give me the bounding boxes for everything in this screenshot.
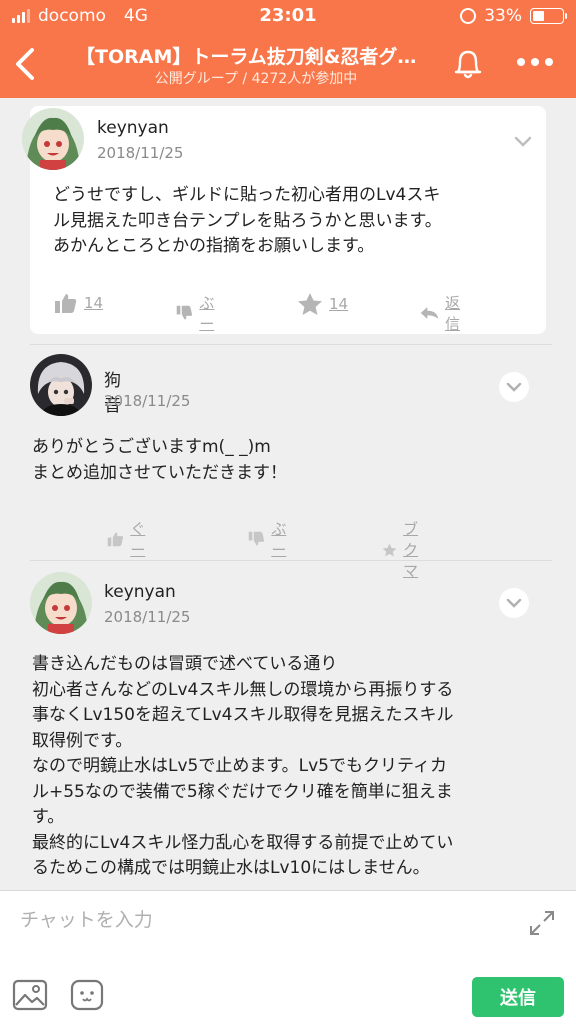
- like-button[interactable]: ぐー: [107, 518, 152, 560]
- like-button[interactable]: 14: [54, 292, 103, 314]
- bell-icon: [454, 50, 482, 79]
- star-icon: [298, 293, 322, 315]
- reply-button[interactable]: 返信: [420, 292, 467, 334]
- thumbs-down-icon: [176, 305, 193, 320]
- post-menu-button[interactable]: [499, 588, 529, 618]
- image-icon: [12, 979, 48, 1011]
- chat-input-bar: チャットを入力 送信: [0, 890, 576, 1024]
- avatar[interactable]: [30, 354, 92, 416]
- thumbs-up-icon: [107, 532, 124, 547]
- back-chevron-icon: [16, 48, 34, 80]
- post-text: どうせですし、ギルドに貼った初心者用のLv4スキ ル見据えた叩き台テンプレを貼ろ…: [53, 185, 442, 256]
- stamp-button[interactable]: [70, 979, 104, 1011]
- thumbs-up-icon: [55, 294, 77, 313]
- post-text: ありがとうございますm(_ _)m まとめ追加させていただきます！: [32, 437, 287, 483]
- dislike-button[interactable]: ぶー: [248, 518, 293, 560]
- bookmark-button[interactable]: 14: [297, 292, 348, 316]
- divider: [30, 344, 552, 345]
- chevron-down-icon: [514, 136, 532, 147]
- dislike-button[interactable]: ぶー: [176, 292, 221, 334]
- post-date: 2018/11/25: [104, 392, 191, 410]
- more-dots-icon: [517, 58, 525, 66]
- keynyan-avatar-image: [22, 108, 84, 170]
- post-menu-button[interactable]: [499, 372, 529, 402]
- battery-icon: [530, 8, 567, 24]
- avatar[interactable]: [30, 572, 92, 634]
- keynyan-avatar-image: [30, 572, 92, 634]
- post-date: 2018/11/25: [104, 608, 191, 626]
- username[interactable]: keynyan: [97, 118, 169, 138]
- avatar[interactable]: [22, 108, 84, 170]
- inune-avatar-image: [30, 354, 92, 416]
- star-icon: [382, 543, 397, 556]
- post-text: 書き込んだものは冒頭で述べている通り 初心者さんなどのLv4スキル無しの環境から…: [32, 654, 454, 878]
- nav-bar: 【TORAM】トーラム抜刀剣&忍者グ… 公開グループ / 4272人が参加中: [0, 36, 576, 96]
- send-button[interactable]: 送信: [472, 977, 564, 1017]
- battery-percent: 33%: [484, 6, 522, 26]
- chevron-down-icon: [506, 598, 522, 608]
- group-title[interactable]: 【TORAM】トーラム抜刀剣&忍者グ…: [76, 42, 436, 69]
- chevron-down-icon: [506, 382, 522, 392]
- chat-input[interactable]: チャットを入力: [20, 905, 500, 932]
- divider: [30, 560, 552, 561]
- expand-input-button[interactable]: [528, 909, 556, 937]
- status-bar: docomo 4G 23:01 33%: [0, 0, 576, 34]
- more-menu-button[interactable]: [512, 50, 558, 74]
- thumbs-down-icon: [248, 531, 265, 546]
- image-attach-button[interactable]: [12, 979, 48, 1011]
- reply-arrow-icon: [420, 307, 439, 319]
- notification-button[interactable]: [448, 46, 488, 82]
- post-menu-button[interactable]: [508, 127, 538, 157]
- expand-icon: [530, 911, 554, 935]
- app-header: docomo 4G 23:01 33% 【TORAM】トーラム抜刀剣&忍者グ… …: [0, 0, 576, 98]
- rotation-lock-icon: [460, 8, 477, 24]
- back-button[interactable]: [10, 44, 42, 84]
- smiley-face-icon: [70, 979, 104, 1011]
- username[interactable]: keynyan: [104, 582, 176, 602]
- bookmark-button[interactable]: ブクマ: [382, 518, 429, 581]
- post-date: 2018/11/25: [97, 144, 184, 162]
- group-subtitle: 公開グループ / 4272人が参加中: [154, 71, 358, 87]
